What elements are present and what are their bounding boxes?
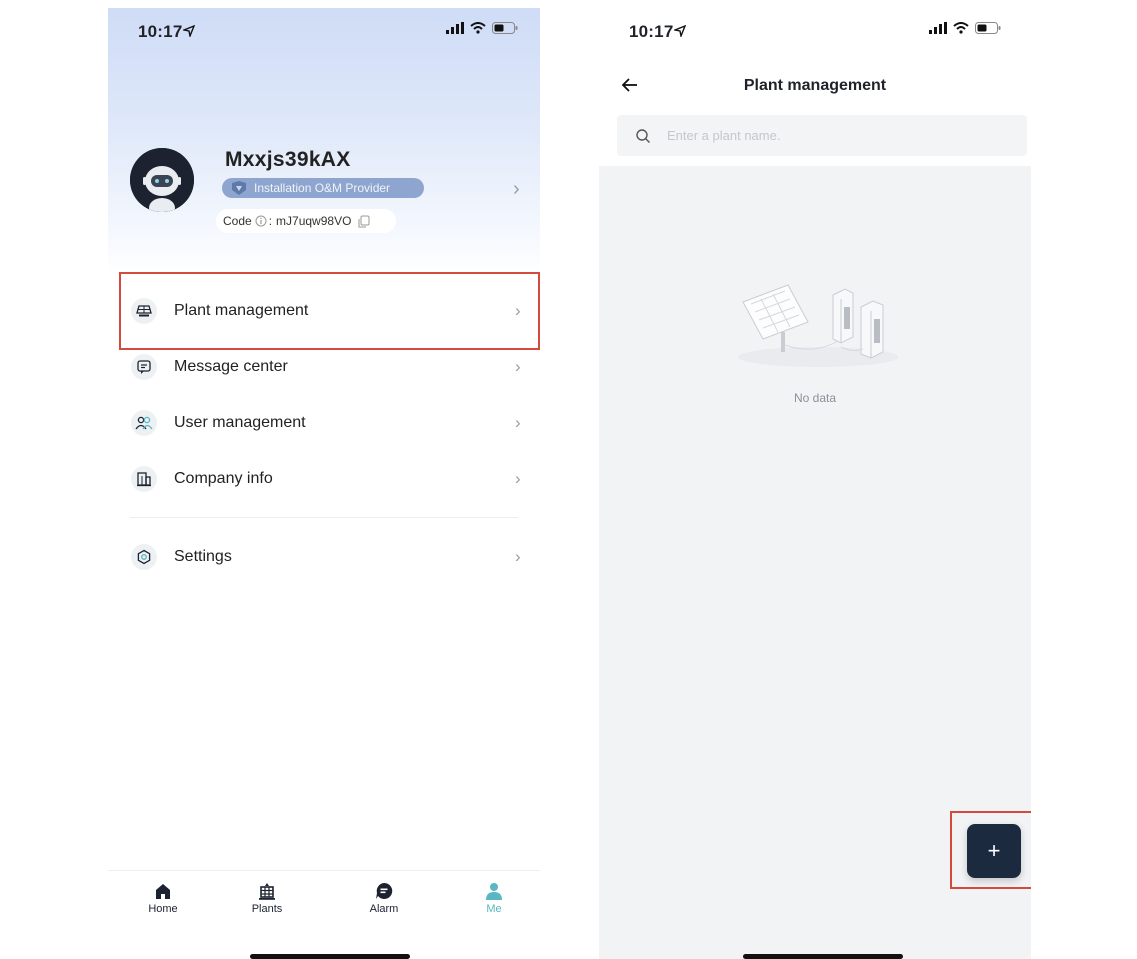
chevron-right-icon: › [515, 547, 521, 566]
code-label: Code [223, 214, 252, 228]
tab-plants[interactable]: Plants [237, 881, 297, 915]
chevron-right-icon: › [515, 357, 521, 376]
home-indicator [250, 954, 410, 959]
tab-home[interactable]: Home [133, 881, 193, 915]
status-time: 10:17 [138, 22, 183, 41]
home-icon [153, 881, 173, 901]
tab-label: Alarm [369, 903, 399, 915]
highlight-plant-management [119, 272, 540, 350]
copy-icon[interactable] [358, 215, 370, 228]
signal-icon [929, 22, 947, 34]
menu-label: Message center [174, 358, 288, 375]
users-icon [131, 410, 157, 436]
menu-label: User management [174, 414, 306, 431]
battery-icon [975, 22, 1001, 34]
chevron-right-icon: › [515, 413, 521, 432]
search-icon [635, 128, 651, 144]
highlight-add-button [950, 811, 1031, 889]
menu-label: Settings [174, 548, 232, 565]
menu-item-user-management[interactable]: User management › [108, 397, 540, 449]
code-separator: : [268, 214, 273, 228]
battery-icon [492, 22, 518, 34]
plants-icon [257, 881, 277, 901]
alarm-icon [374, 881, 394, 901]
info-icon[interactable] [255, 215, 267, 227]
home-indicator [743, 954, 903, 959]
wifi-icon [470, 22, 486, 34]
tab-alarm[interactable]: Alarm [354, 881, 414, 915]
search-bar[interactable] [617, 115, 1027, 156]
page-title: Plant management [743, 77, 887, 94]
menu-item-company-info[interactable]: Company info › [108, 453, 540, 505]
avatar[interactable] [130, 148, 194, 212]
signal-icon [446, 22, 464, 34]
me-icon [484, 881, 504, 901]
gear-icon [131, 544, 157, 570]
profile-chevron-icon[interactable]: › [513, 178, 520, 201]
badge-icon [228, 180, 250, 196]
status-bar: 10:17 [108, 8, 540, 54]
code-value: mJ7uqw98VO [276, 214, 352, 228]
navigation-bar: Plant management [599, 68, 1031, 104]
empty-state-text: No data [793, 391, 837, 405]
invite-code-row: Code : mJ7uqw98VO [216, 209, 396, 233]
location-arrow-icon [672, 24, 687, 42]
status-icons [446, 22, 518, 34]
empty-state-illustration [733, 277, 903, 373]
chevron-right-icon: › [515, 469, 521, 488]
wifi-icon [953, 22, 969, 34]
menu-divider [130, 517, 518, 518]
location-arrow-icon [181, 24, 196, 42]
search-input[interactable] [667, 128, 1007, 143]
tab-label: Home [148, 903, 178, 915]
tab-me[interactable]: Me [464, 881, 524, 915]
message-icon [131, 354, 157, 380]
tab-label: Me [486, 903, 502, 915]
me-screen: 10:17 Mxxjs39kAX Installation O&M Provid… [108, 8, 540, 959]
menu-label: Company info [174, 470, 273, 487]
role-text: Installation O&M Provider [254, 181, 391, 195]
building-icon [131, 466, 157, 492]
plant-management-screen: 10:17 Plant management Enter a plant nam… [599, 8, 1031, 959]
menu-item-settings[interactable]: Settings › [108, 531, 540, 583]
status-icons [929, 22, 1001, 34]
profile-name: Mxxjs39kAX [225, 148, 351, 171]
menu-item-message-center[interactable]: Message center › [108, 341, 540, 393]
tab-label: Plants [251, 903, 283, 915]
bottom-tab-bar: Home Plants Alarm Me [108, 870, 540, 959]
status-time: 10:17 [629, 22, 674, 41]
role-badge: Installation O&M Provider [222, 178, 424, 198]
status-bar: 10:17 [599, 8, 1031, 54]
